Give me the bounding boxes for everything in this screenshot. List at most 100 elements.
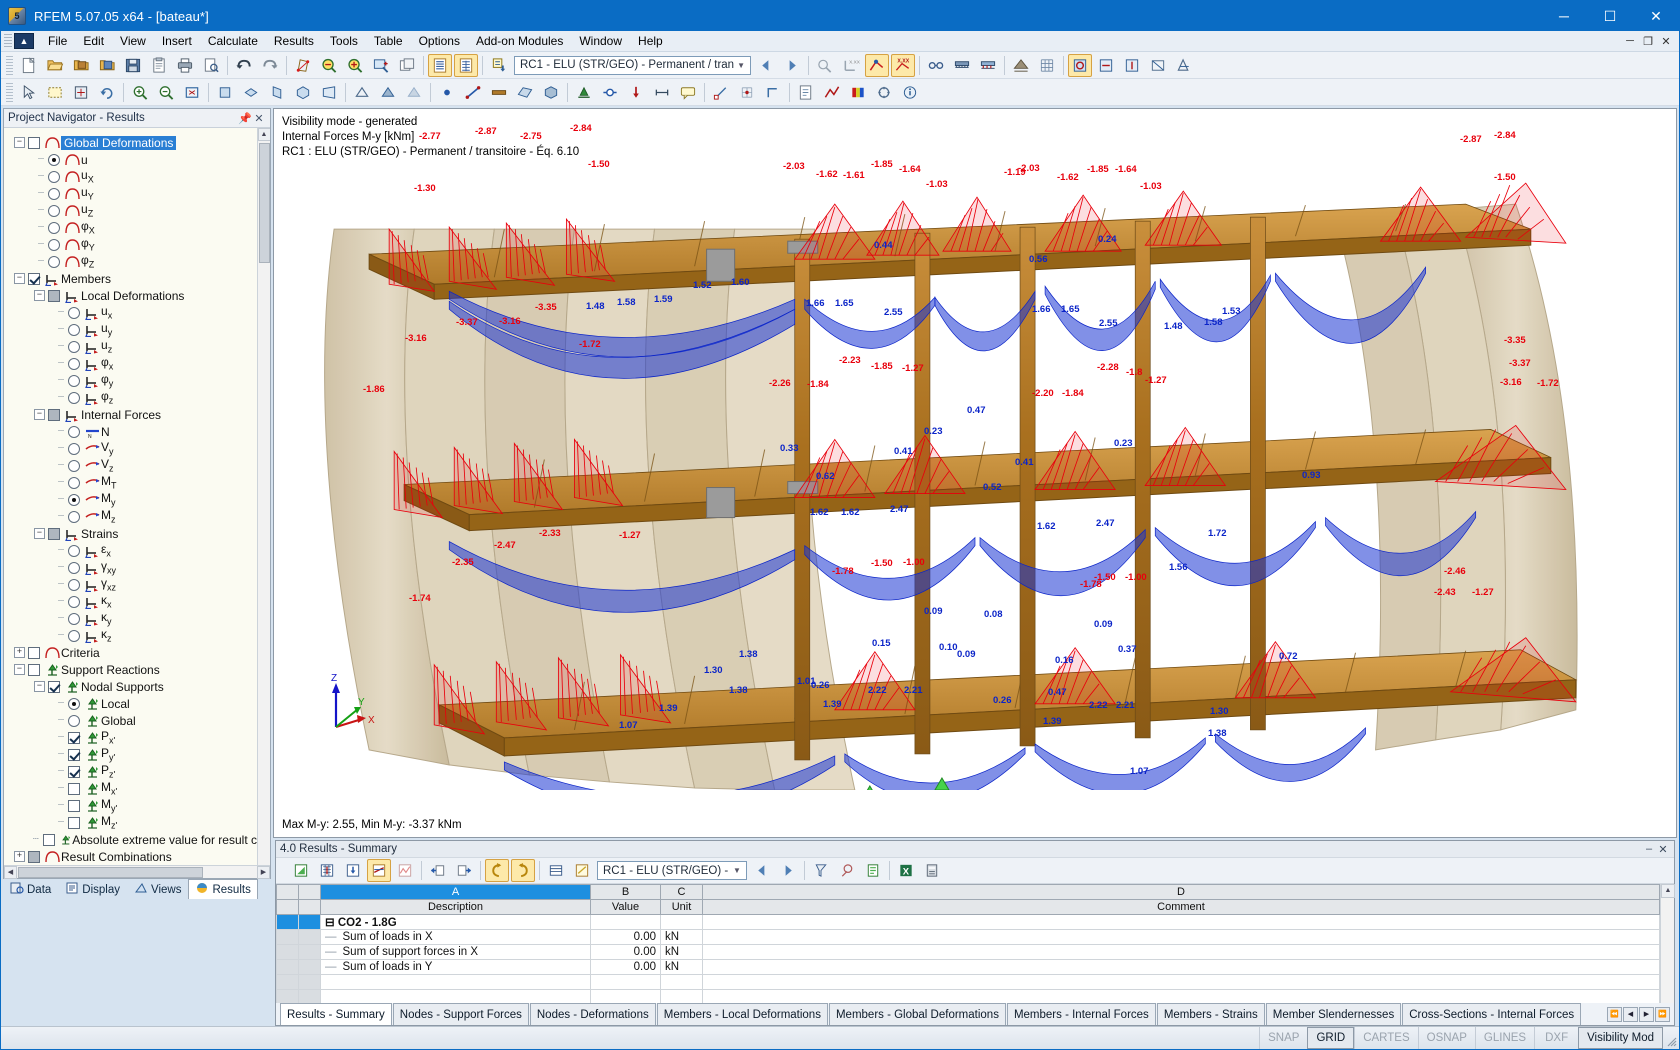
loads-icon[interactable] bbox=[976, 54, 1000, 77]
undo-icon[interactable] bbox=[232, 54, 256, 77]
view-front-icon[interactable] bbox=[213, 81, 237, 104]
tree-radio[interactable] bbox=[68, 442, 80, 455]
tree-item-x[interactable]: ┄ φX bbox=[4, 219, 257, 236]
pin-icon[interactable]: 📌 bbox=[238, 112, 252, 125]
tree-checkbox[interactable] bbox=[28, 272, 40, 285]
chart-icon[interactable] bbox=[393, 859, 417, 882]
collapse-icon[interactable]: − bbox=[34, 290, 45, 301]
scroll-left-icon[interactable]: ◀ bbox=[4, 865, 17, 879]
tree-item-uy[interactable]: ┄ uy bbox=[4, 321, 257, 338]
cell-description[interactable]: — Sum of support forces in X bbox=[320, 944, 591, 960]
results-tab-nodes-deformations[interactable]: Nodes - Deformations bbox=[529, 1003, 656, 1025]
results-table[interactable]: A B C D Description Value Unit Comment ⊟… bbox=[276, 884, 1660, 1003]
cell-comment[interactable] bbox=[702, 944, 1660, 960]
navigator-tab-views[interactable]: Views bbox=[127, 879, 188, 899]
table-row-empty[interactable] bbox=[276, 974, 1660, 990]
expand-icon[interactable]: + bbox=[14, 851, 25, 862]
perspective-icon[interactable] bbox=[317, 81, 341, 104]
calculator-icon[interactable] bbox=[920, 859, 944, 882]
results-tab-member-slendernesses[interactable]: Member Slendernesses bbox=[1265, 1003, 1402, 1025]
mdi-minimize-button[interactable]: ─ bbox=[1621, 35, 1639, 48]
table-view-icon[interactable] bbox=[454, 53, 478, 77]
tree-radio[interactable] bbox=[68, 425, 80, 438]
results-table-scrollbar[interactable]: ▲ bbox=[1660, 884, 1675, 1003]
tree-item-local[interactable]: ┄ Local bbox=[4, 695, 257, 712]
tree-radio[interactable] bbox=[68, 595, 80, 608]
surface-icon[interactable] bbox=[513, 81, 537, 104]
results-tab-cross-sections-internal-forces[interactable]: Cross-Sections - Internal Forces bbox=[1402, 1003, 1582, 1025]
tree-radio[interactable] bbox=[68, 476, 80, 489]
tree-item-z[interactable]: ┄ φz bbox=[4, 389, 257, 406]
collapse-icon[interactable]: − bbox=[14, 137, 25, 148]
row-number[interactable] bbox=[298, 944, 321, 960]
cell-unit[interactable] bbox=[660, 914, 703, 930]
tree-radio[interactable] bbox=[48, 238, 60, 251]
zoom-icon[interactable] bbox=[317, 54, 341, 77]
tree-item-uz[interactable]: ┄ uZ bbox=[4, 202, 257, 219]
tree-radio[interactable] bbox=[48, 255, 60, 268]
cell-comment[interactable] bbox=[702, 914, 1660, 930]
results-tab-results-summary[interactable]: Results - Summary bbox=[280, 1003, 392, 1025]
cell-empty[interactable] bbox=[590, 974, 661, 990]
table-row-empty[interactable] bbox=[276, 989, 1660, 1003]
tables-icon[interactable] bbox=[428, 53, 452, 77]
tree-item-px[interactable]: ┄ Px' bbox=[4, 729, 257, 746]
scroll-up-icon[interactable]: ▲ bbox=[257, 128, 270, 141]
info-icon[interactable] bbox=[835, 859, 859, 882]
tree-radio[interactable] bbox=[48, 170, 60, 183]
open-model-icon[interactable] bbox=[95, 54, 119, 77]
tree-item-u[interactable]: ┄ u bbox=[4, 151, 257, 168]
new-window-icon[interactable] bbox=[395, 54, 419, 77]
tree-checkbox[interactable] bbox=[48, 527, 60, 540]
tree-checkbox[interactable] bbox=[28, 646, 40, 659]
table-row[interactable]: — Sum of support forces in X 0.00 kN bbox=[276, 944, 1660, 960]
expand-icon[interactable]: + bbox=[14, 647, 25, 658]
results-load-case-combo[interactable]: RC1 - ELU (STR/GEO) - ▼ bbox=[597, 861, 747, 880]
results-tree[interactable]: − Global Deformations ┄ u ┄ uX ┄ uY ┄ uZ ┄ φX ┄ φY ┄ φZ… bbox=[4, 128, 257, 865]
select-window-icon[interactable] bbox=[43, 81, 67, 104]
row-number[interactable] bbox=[298, 914, 321, 930]
tree-radio[interactable] bbox=[68, 510, 80, 523]
cell-empty[interactable] bbox=[660, 974, 703, 990]
tree-radio[interactable] bbox=[68, 493, 80, 506]
menu-item-insert[interactable]: Insert bbox=[154, 32, 200, 50]
menu-item-help[interactable]: Help bbox=[630, 32, 671, 50]
tree-item-absolute-extreme-value-for-result-c[interactable]: ┄ Absolute extreme value for result c bbox=[4, 831, 257, 848]
corner-cell-2[interactable] bbox=[298, 884, 321, 900]
cell-description[interactable]: — Sum of loads in X bbox=[320, 929, 591, 945]
results-tab-members-local-deformations[interactable]: Members - Local Deformations bbox=[656, 1003, 828, 1025]
maximize-button[interactable]: ☐ bbox=[1587, 1, 1633, 31]
result-diagram-icon[interactable] bbox=[367, 859, 391, 882]
tree-item-pz[interactable]: ┄ Pz' bbox=[4, 763, 257, 780]
load-case-combo[interactable]: RC1 - ELU (STR/GEO) - Permanent / tran ▼ bbox=[514, 55, 752, 75]
cell-description[interactable]: ⊟ CO2 - 1.8G bbox=[320, 914, 591, 930]
menu-item-options[interactable]: Options bbox=[411, 32, 468, 50]
row-selector[interactable] bbox=[276, 929, 299, 945]
show-numbers-icon[interactable]: X.XX bbox=[891, 53, 916, 77]
tree-radio[interactable] bbox=[68, 629, 80, 642]
tree-item-ux[interactable]: ┄ ux bbox=[4, 304, 257, 321]
column-letter-b[interactable]: B bbox=[590, 884, 661, 900]
status-cell-cartes[interactable]: CARTES bbox=[1354, 1027, 1417, 1049]
tree-item-result-combinations[interactable]: + Result Combinations bbox=[4, 848, 257, 865]
prev-tab-icon[interactable]: ◀ bbox=[1623, 1006, 1638, 1022]
tree-radio[interactable] bbox=[48, 221, 60, 234]
corner-cell[interactable] bbox=[276, 884, 299, 900]
visibility3-icon[interactable] bbox=[1120, 54, 1144, 77]
view-side-icon[interactable] bbox=[265, 81, 289, 104]
menu-item-addon-modules[interactable]: Add-on Modules bbox=[468, 32, 571, 50]
tree-radio[interactable] bbox=[68, 340, 80, 353]
calculate-icon[interactable] bbox=[487, 54, 511, 77]
wireframe-icon[interactable] bbox=[350, 81, 374, 104]
clipping-icon[interactable] bbox=[1172, 54, 1196, 77]
structural-model-3d-scene[interactable] bbox=[274, 109, 1676, 790]
cell-empty[interactable] bbox=[320, 989, 591, 1003]
row-number[interactable] bbox=[298, 929, 321, 945]
tree-radio[interactable] bbox=[68, 612, 80, 625]
redo-nav-icon[interactable] bbox=[511, 859, 535, 882]
rotate-icon[interactable] bbox=[95, 81, 119, 104]
tree-item-criteria[interactable]: + Criteria bbox=[4, 644, 257, 661]
tree-item-y[interactable]: ┄ κy bbox=[4, 610, 257, 627]
first-tab-icon[interactable]: ⏪ bbox=[1607, 1006, 1622, 1022]
tree-checkbox[interactable] bbox=[42, 833, 55, 846]
